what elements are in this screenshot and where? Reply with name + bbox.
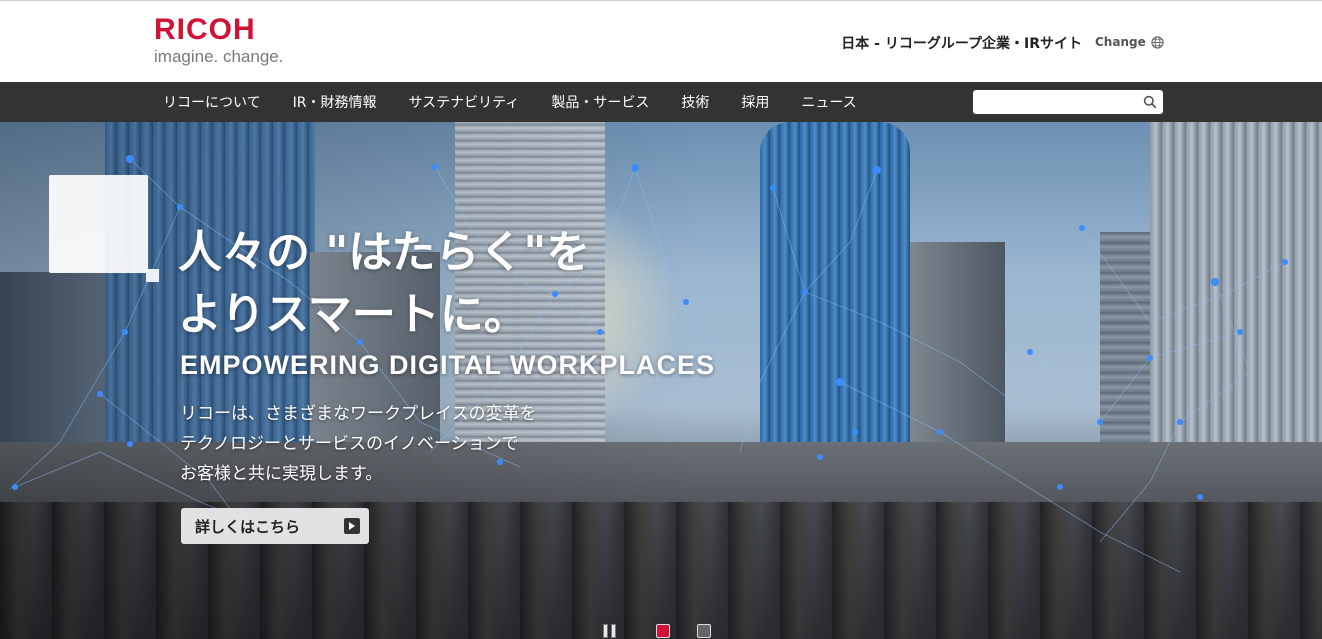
nav-item-about[interactable]: リコーについて — [163, 92, 261, 112]
nav-item-products[interactable]: 製品・サービス — [551, 92, 649, 112]
region-label: 日本 - リコーグループ企業・IRサイト — [841, 36, 1082, 52]
search-input[interactable] — [979, 92, 1139, 112]
hero-description-line: リコーは、さまざまなワークプレイスの変革を — [180, 404, 537, 424]
logo-tagline: imagine. change. — [154, 47, 284, 66]
nav-item-technology[interactable]: 技術 — [681, 92, 709, 112]
learn-more-button[interactable]: 詳しくはこちら — [181, 508, 369, 544]
hero-title-line: 人々の "はたらく"を — [178, 227, 591, 278]
learn-more-label: 詳しくはこちら — [195, 517, 301, 536]
nav-item-news[interactable]: ニュース — [801, 92, 856, 112]
hero-title-line: よりスマートに。 — [178, 289, 528, 340]
slide-dot-2[interactable] — [697, 624, 711, 638]
site-header: RICOH imagine. change. 日本 - リコーグループ企業・IR… — [0, 0, 1322, 82]
hero-description: リコーは、さまざまなワークプレイスの変革を テクノロジーとサービスのイノベーショ… — [180, 399, 537, 489]
hero-subtitle: EMPOWERING DIGITAL WORKPLACES — [180, 350, 715, 380]
ricoh-logo[interactable]: RICOH imagine. change. — [154, 15, 304, 71]
search-icon[interactable] — [1143, 95, 1157, 109]
nav-item-ir[interactable]: IR・財務情報 — [293, 92, 377, 112]
search-box — [973, 90, 1163, 114]
slider-controls — [0, 622, 1322, 639]
change-label: Change — [1095, 35, 1146, 49]
logo-wordmark: RICOH — [154, 13, 256, 46]
nav-item-sustainability[interactable]: サステナビリティ — [408, 92, 519, 112]
nav-item-careers[interactable]: 採用 — [741, 92, 769, 112]
main-nav: リコーについて IR・財務情報 サステナビリティ 製品・サービス 技術 採用 ニ… — [0, 82, 1322, 122]
hero-banner: 人々の "はたらく"を よりスマートに。 EMPOWERING DIGITAL … — [0, 122, 1322, 639]
hero-description-line: テクノロジーとサービスのイノベーションで — [180, 434, 519, 454]
arrow-right-icon — [344, 518, 360, 534]
decorative-square-small — [146, 269, 159, 282]
slide-dot-1[interactable] — [656, 624, 670, 638]
decorative-square — [49, 175, 148, 273]
globe-icon — [1151, 35, 1164, 49]
pause-icon[interactable] — [603, 624, 618, 638]
change-region-button[interactable]: Change — [1095, 35, 1164, 49]
hero-description-line: お客様と共に実現します。 — [180, 464, 383, 484]
nav-list: リコーについて IR・財務情報 サステナビリティ 製品・サービス 技術 採用 ニ… — [163, 82, 889, 122]
hero-title: 人々の "はたらく"を よりスマートに。 — [178, 222, 590, 346]
